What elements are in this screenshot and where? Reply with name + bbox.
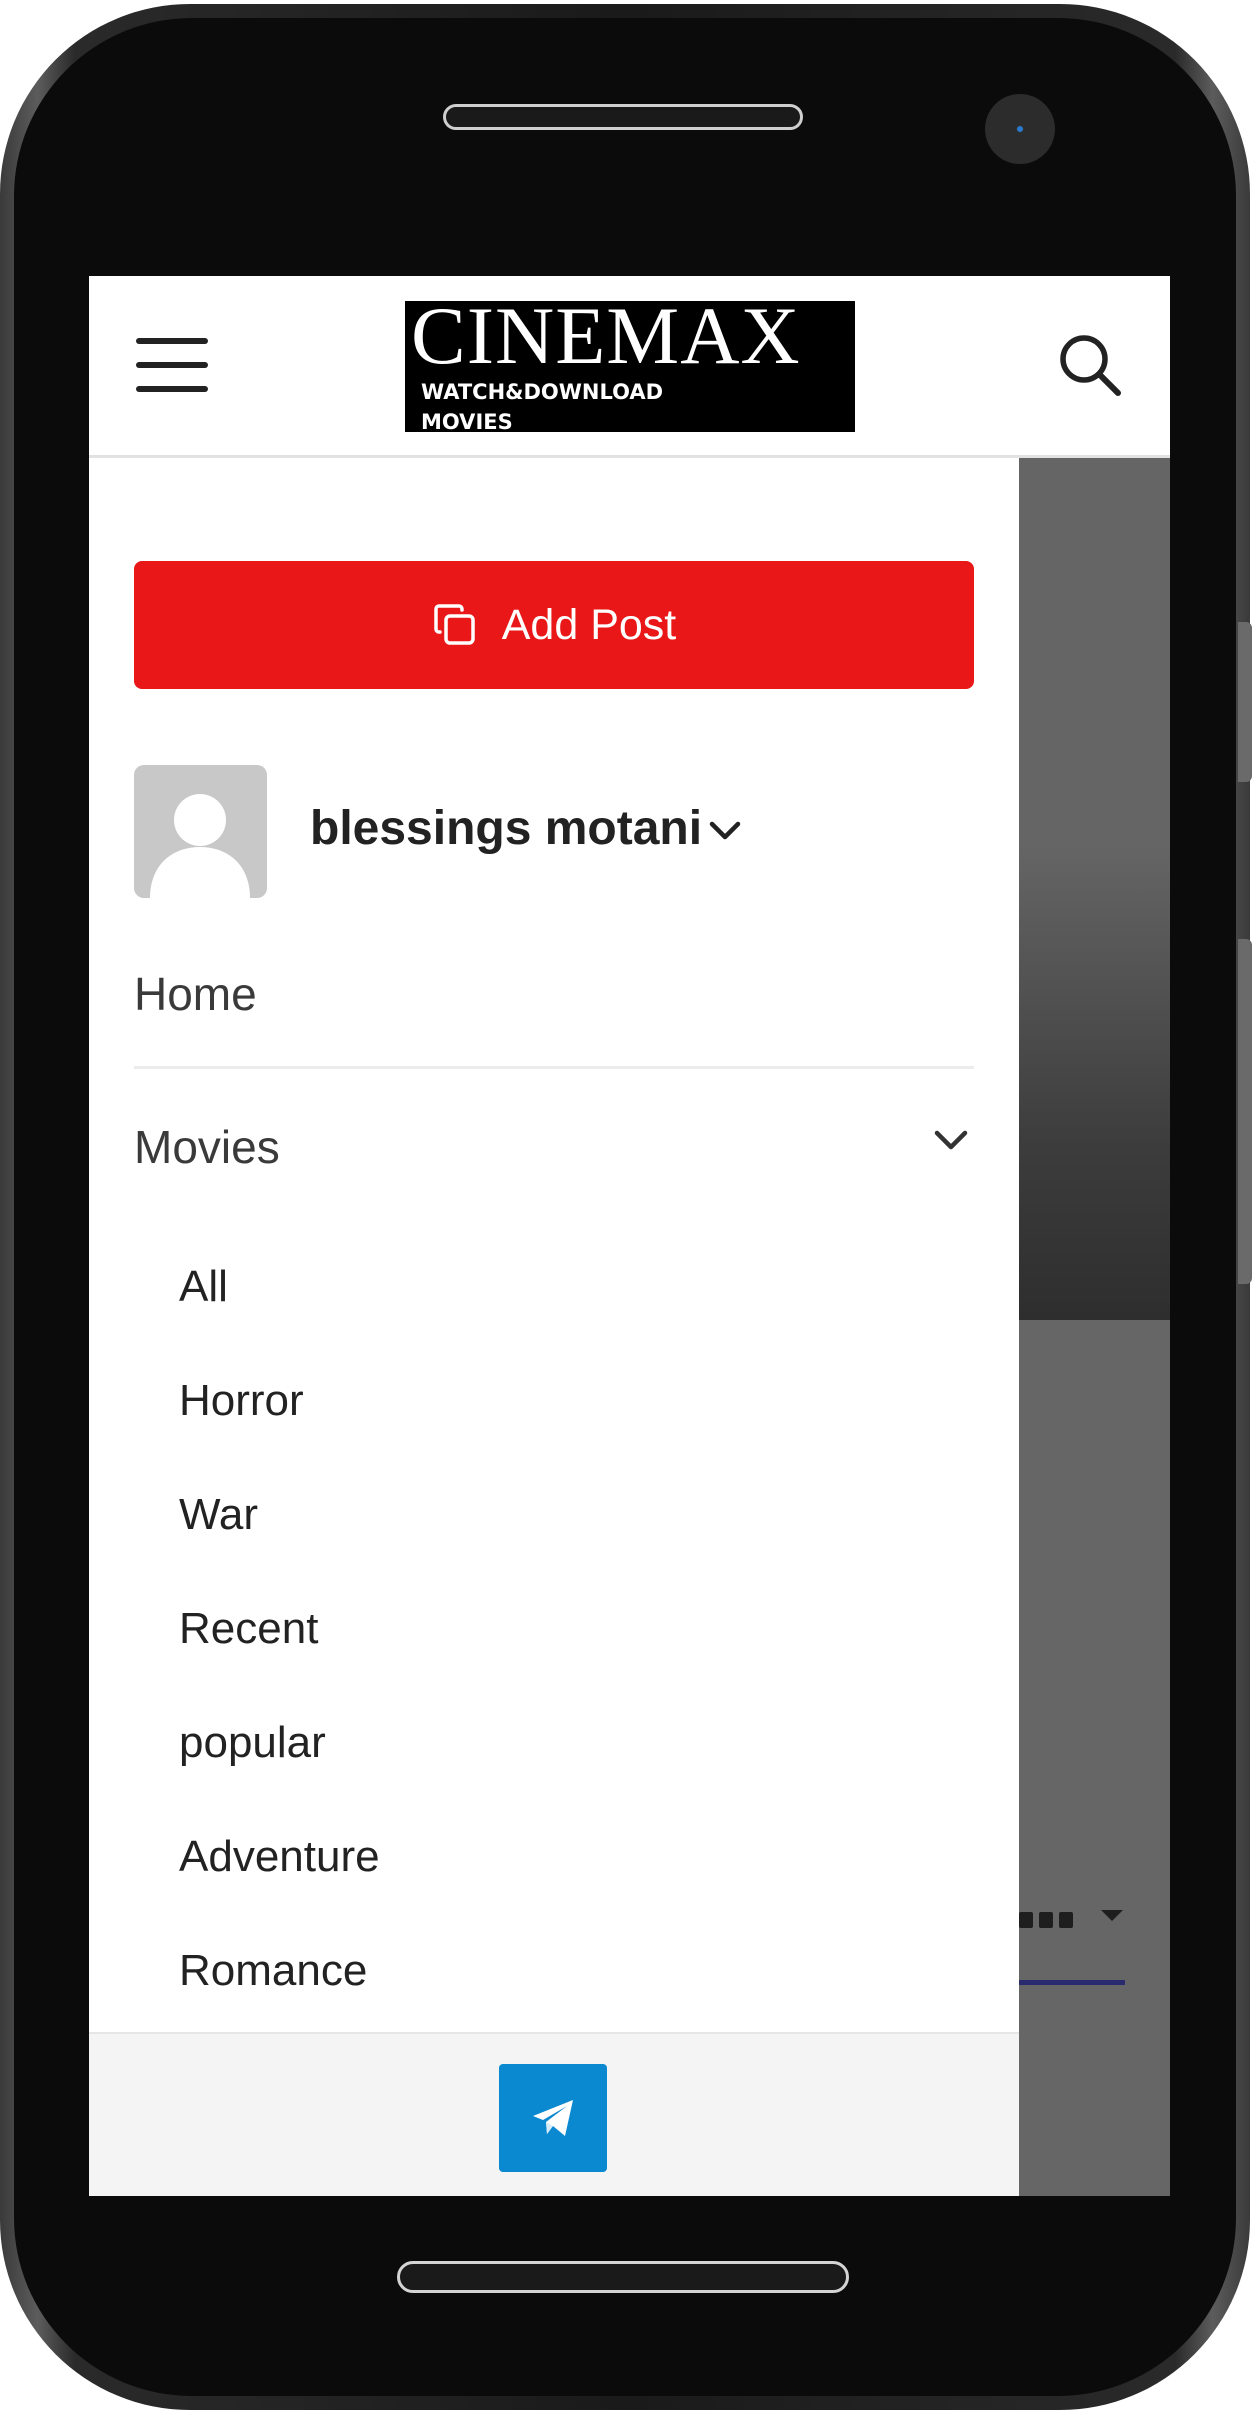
- hamburger-menu-icon[interactable]: [136, 338, 208, 392]
- nav-item-movies[interactable]: Movies: [134, 1120, 974, 1174]
- side-drawer: Add Post blessings motani Home Movies Al…: [89, 458, 1019, 2196]
- submenu-item-all[interactable]: All: [179, 1262, 228, 1312]
- background-dots: [1019, 1912, 1073, 1928]
- telegram-button[interactable]: [499, 2064, 607, 2172]
- telegram-icon: [533, 2100, 573, 2136]
- logo-title: CINEMAX: [411, 301, 801, 381]
- screen: CINEMAX WATCH&DOWNLOAD MOVIES Add Post b…: [89, 276, 1170, 2196]
- divider: [134, 1066, 974, 1069]
- submenu-item-horror[interactable]: Horror: [179, 1376, 304, 1426]
- drawer-footer: [89, 2032, 1019, 2196]
- nav-item-home[interactable]: Home: [134, 967, 974, 1021]
- volume-button: [1238, 939, 1252, 1284]
- add-post-label: Add Post: [501, 600, 677, 649]
- copy-icon: [434, 604, 475, 645]
- submenu-item-romance[interactable]: Romance: [179, 1946, 367, 1996]
- user-profile[interactable]: blessings motani: [134, 765, 974, 898]
- submenu-item-adventure[interactable]: Adventure: [179, 1832, 380, 1882]
- phone-frame: CINEMAX WATCH&DOWNLOAD MOVIES Add Post b…: [0, 4, 1252, 2410]
- bottom-speaker: [397, 2261, 849, 2293]
- submenu-item-war[interactable]: War: [179, 1490, 258, 1540]
- top-bar: CINEMAX WATCH&DOWNLOAD MOVIES: [89, 276, 1170, 458]
- search-icon[interactable]: [1057, 332, 1123, 398]
- user-name: blessings motani: [310, 802, 703, 855]
- background-banner: [1019, 458, 1170, 1320]
- background-caret-icon: [1101, 1910, 1123, 1921]
- earpiece-speaker: [443, 104, 803, 130]
- chevron-down-icon[interactable]: [929, 1118, 973, 1162]
- power-button: [1238, 622, 1252, 782]
- front-camera: [985, 94, 1055, 164]
- default-avatar-icon: [134, 765, 267, 898]
- logo-subtitle: WATCH&DOWNLOAD MOVIES: [421, 380, 664, 432]
- background-underline: [1019, 1980, 1125, 1985]
- site-logo[interactable]: CINEMAX WATCH&DOWNLOAD MOVIES: [405, 301, 855, 432]
- chevron-down-icon[interactable]: [704, 809, 746, 851]
- submenu-item-recent[interactable]: Recent: [179, 1604, 318, 1654]
- add-post-button[interactable]: Add Post: [134, 561, 974, 689]
- submenu-item-popular[interactable]: popular: [179, 1718, 326, 1768]
